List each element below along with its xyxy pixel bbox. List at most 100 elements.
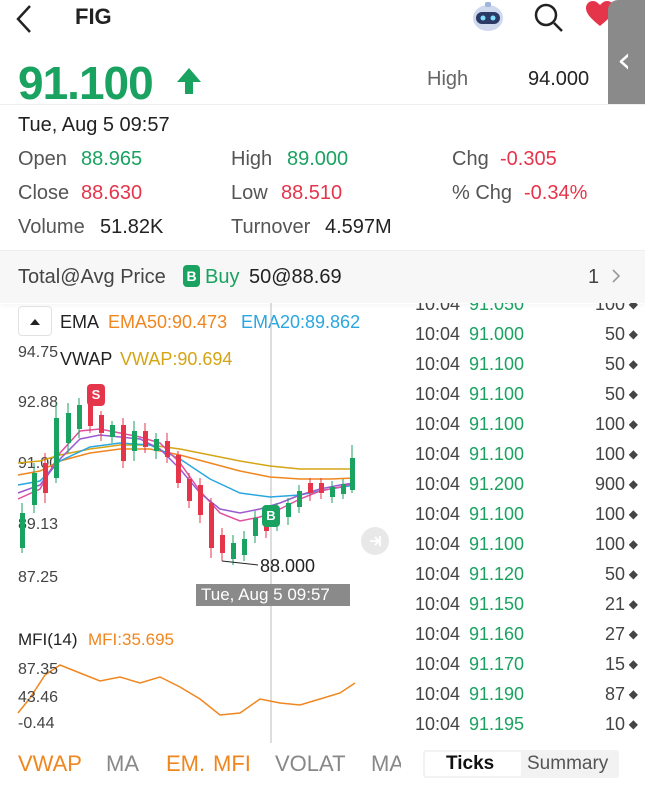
buy-badge: B [183,265,200,287]
tick-time: 10:04 [415,384,461,404]
open-value: 88.965 [81,148,143,170]
volume-value: 51.82K [100,216,164,238]
tick-volume: 21 [604,594,625,614]
tick-time: 10:04 [415,654,461,674]
neutral-diamond-icon: ◆ [628,537,638,551]
tick-row: 10:04 91.100 100 ◆ [400,444,645,474]
buy-value: 50@88.69 [249,266,342,288]
tick-volume: 15 [604,654,625,674]
mfi-value-label: MFI:35.695 [88,630,174,649]
chart-area[interactable]: EMA EMA50:90.473 EMA20:89.862 94.75 VWAP… [0,303,400,743]
tick-row: 10:04 91.120 50 ◆ [400,564,645,594]
tick-price: 91.200 [469,474,525,494]
ticks-summary-toggle: Ticks Summary [423,750,619,778]
ma-mid-line [17,434,356,514]
tick-volume: 100 [594,303,625,314]
popup-high-label: High [231,148,273,170]
tab-mfi[interactable]: MFI [213,751,251,777]
ai-assistant-icon[interactable] [468,0,508,36]
mfi-line [17,664,356,716]
close-label: Close [18,182,70,204]
tick-volume: 50 [604,324,625,344]
last-price: 91.100 [18,57,154,109]
tab-volat[interactable]: VOLAT [275,751,346,777]
neutral-diamond-icon: ◆ [628,387,638,401]
tick-price: 91.195 [469,714,525,734]
tab-ma[interactable]: MA [106,751,139,777]
tab-ma-2[interactable]: MA [371,751,401,777]
open-label: Open [18,148,67,170]
tick-time: 10:04 [415,504,461,524]
tick-price: 91.160 [469,624,525,644]
chg-value: -0.305 [500,148,557,170]
trade-count: 1 [588,266,600,288]
tick-row: 10:04 91.050 100 ◆ [400,303,645,324]
tick-volume: 900 [594,474,625,494]
neutral-diamond-icon: ◆ [628,717,638,731]
neutral-diamond-icon: ◆ [628,627,638,641]
total-avg-price-row[interactable]: Total@Avg Price B Buy 50@88.69 1 [0,251,645,303]
tick-row: 10:04 91.195 10 ◆ [400,714,645,743]
tick-volume: 87 [604,684,625,704]
tick-price: 91.100 [469,384,525,404]
tick-row: 10:04 91.100 100 ◆ [400,534,645,564]
high-label: High [427,68,469,90]
tick-price: 91.050 [469,303,525,314]
tick-time: 10:04 [415,594,461,614]
neutral-diamond-icon: ◆ [628,597,638,611]
tick-price: 91.190 [469,684,525,704]
chevron-left-icon: ‹ [617,40,632,81]
tick-volume: 100 [594,534,625,554]
neutral-diamond-icon: ◆ [628,417,638,431]
tick-price: 91.120 [469,564,525,584]
tick-price: 91.100 [469,534,525,554]
ticker-symbol: FIG [75,4,112,29]
tick-volume: 100 [594,444,625,464]
tick-time: 10:04 [415,354,461,374]
tick-price: 91.100 [469,354,525,374]
low-label: Low [231,182,268,204]
low-value: 88.510 [281,182,343,204]
chg-label: Chg [452,148,489,170]
tab-ema[interactable]: EM. [166,751,205,777]
neutral-diamond-icon: ◆ [628,477,638,491]
tick-time: 10:04 [415,474,461,494]
tick-volume: 100 [594,504,625,524]
tick-row: 10:04 91.170 15 ◆ [400,654,645,684]
top-bar: FIG [0,0,645,40]
popup-high-value: 89.000 [287,148,349,170]
tick-price: 91.150 [469,594,525,614]
neutral-diamond-icon: ◆ [628,507,638,521]
tick-volume: 50 [604,354,625,374]
tick-row: 10:04 91.160 27 ◆ [400,624,645,654]
search-icon[interactable] [533,2,565,39]
tab-vwap[interactable]: VWAP [18,751,82,777]
tick-volume: 27 [604,624,625,644]
tick-time: 10:04 [415,564,461,584]
tick-time: 10:04 [415,324,461,344]
tick-volume: 10 [604,714,625,734]
pct-chg-label: % Chg [452,182,513,204]
tick-volume: 100 [594,414,625,434]
tick-time: 10:04 [415,684,461,704]
turnover-value: 4.597M [325,216,392,238]
turnover-label: Turnover [231,216,311,238]
tick-volume: 50 [604,384,625,404]
tick-price: 91.100 [469,414,525,434]
tab-ticks[interactable]: Ticks [446,753,494,775]
low-marker-line [221,560,259,566]
tick-row: 10:04 91.150 21 ◆ [400,594,645,624]
volume-label: Volume [18,216,85,238]
chevron-right-icon [611,267,621,290]
back-icon[interactable] [14,2,34,44]
jump-to-latest-button[interactable] [361,527,389,555]
neutral-diamond-icon: ◆ [628,657,638,671]
neutral-diamond-icon: ◆ [628,687,638,701]
tab-summary[interactable]: Summary [527,753,608,775]
close-value: 88.630 [81,182,143,204]
ticks-list[interactable]: 10:04 91.050 100 ◆ 10:04 91.000 50 ◆ 10:04 91.100… [400,303,645,743]
tick-row: 10:04 91.190 87 ◆ [400,684,645,714]
tick-row: 10:04 91.200 900 ◆ [400,474,645,504]
neutral-diamond-icon: ◆ [628,327,638,341]
neutral-diamond-icon: ◆ [628,567,638,581]
